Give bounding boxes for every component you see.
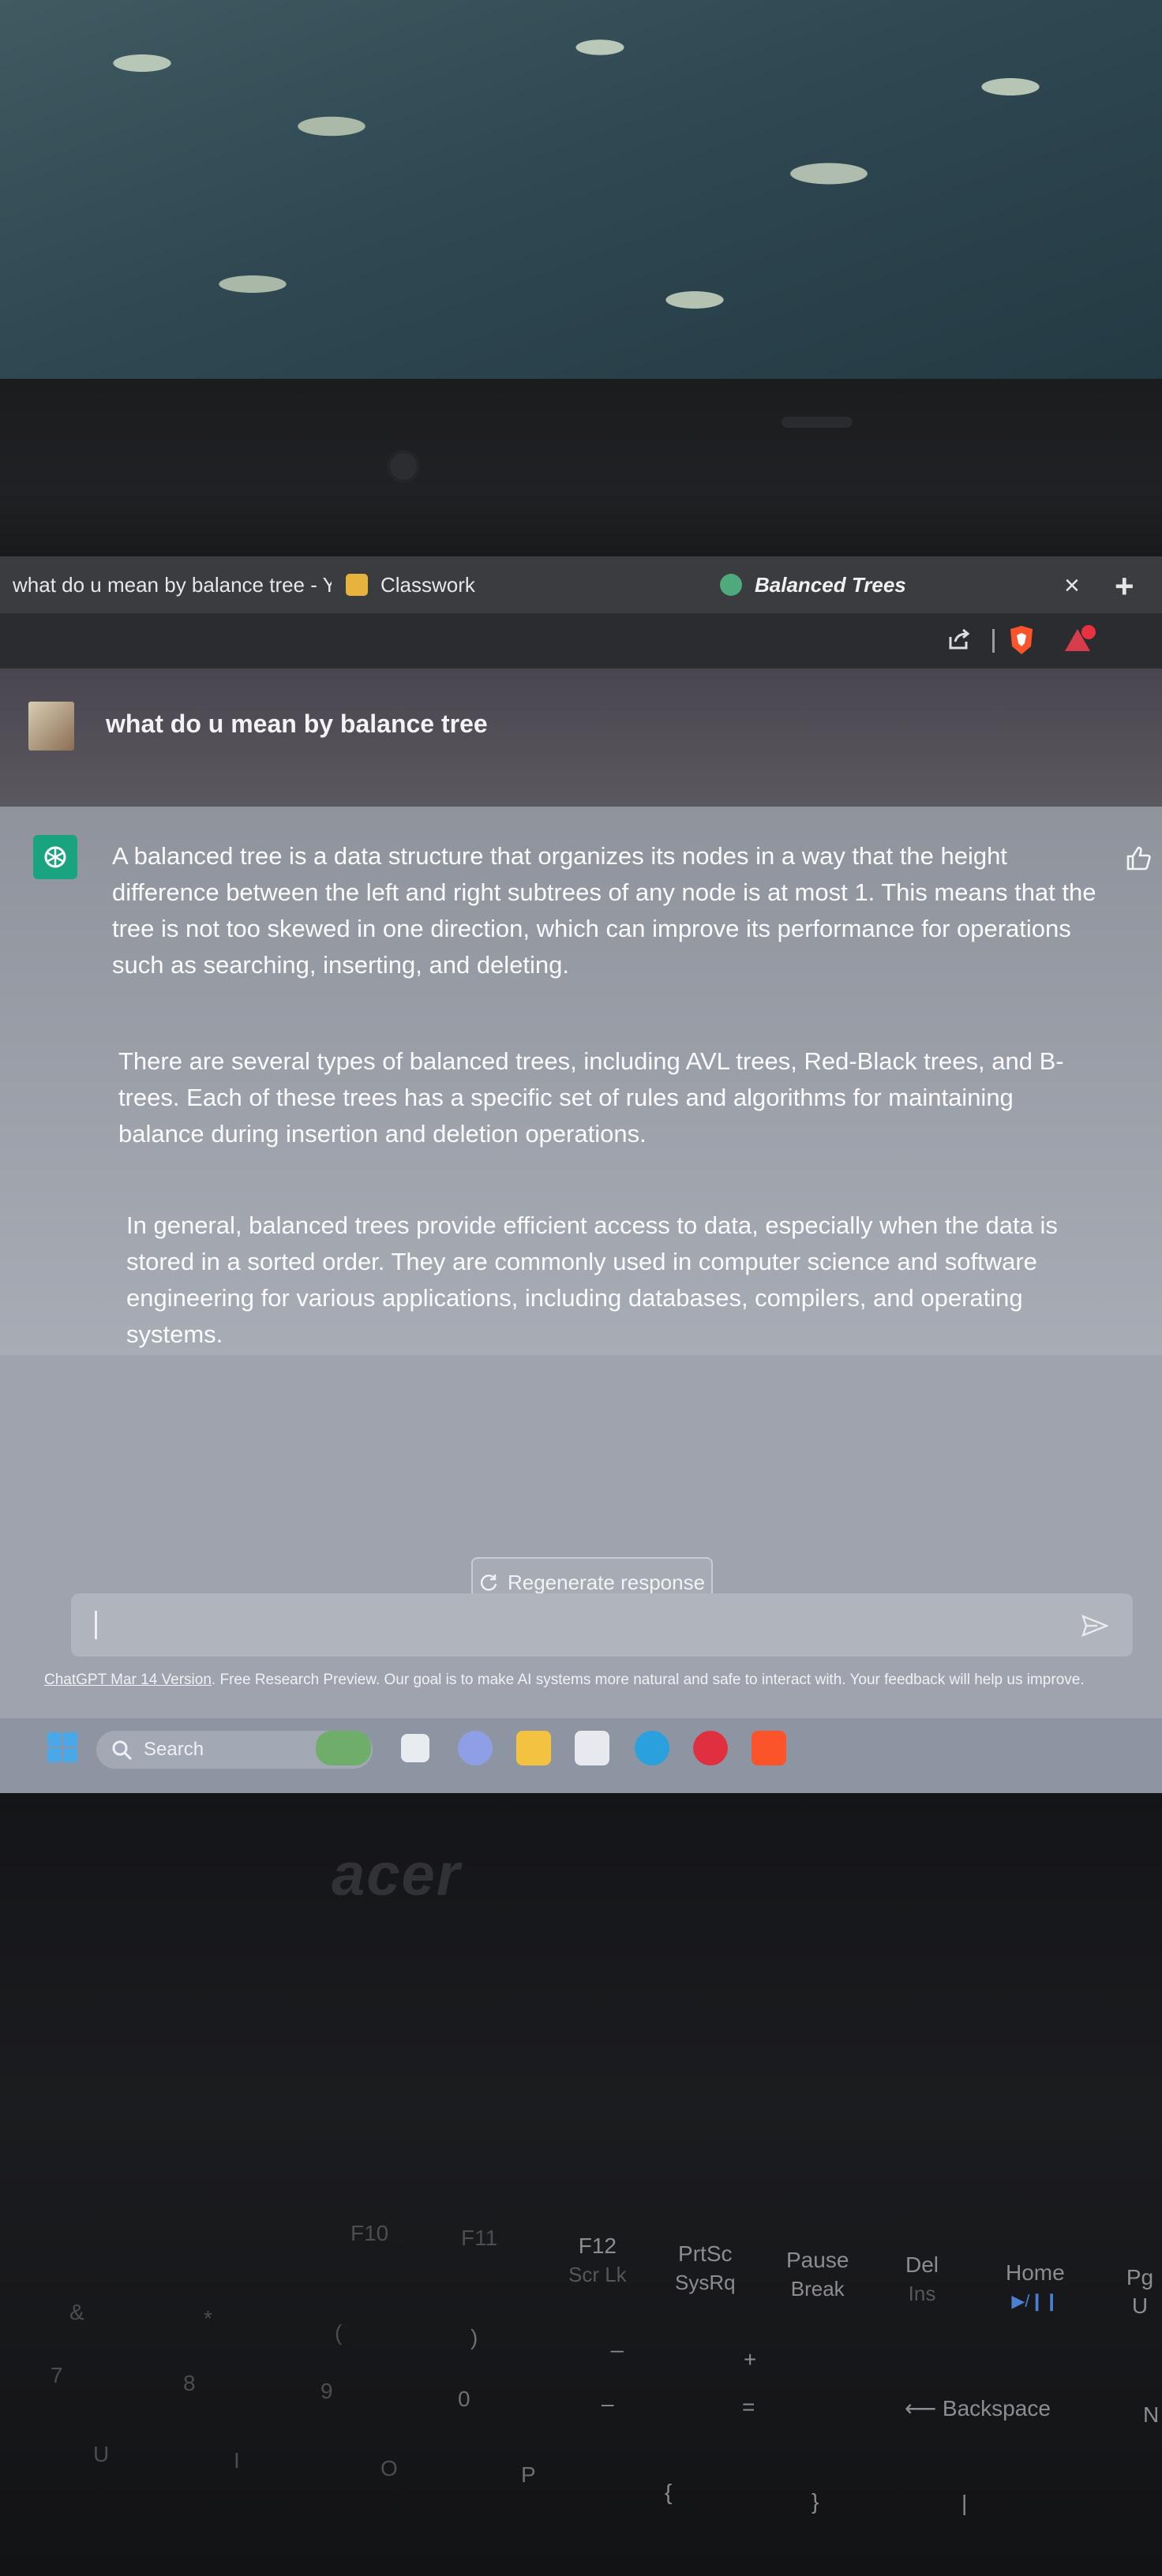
key-sublabel: Break bbox=[790, 2277, 845, 2301]
opera-icon[interactable] bbox=[693, 1731, 728, 1765]
key-pgup: Pg U bbox=[1126, 2265, 1154, 2318]
key-pause: Pause Break bbox=[786, 2246, 849, 2303]
windows-taskbar: Search ︿ bbox=[0, 1718, 1162, 1810]
key-del: Del Ins bbox=[905, 2251, 939, 2308]
key-minus: – bbox=[602, 2391, 614, 2416]
key-rparen: ) bbox=[470, 2325, 478, 2349]
key-plus: + bbox=[744, 2347, 757, 2372]
text-caret bbox=[95, 1611, 97, 1639]
message-input[interactable] bbox=[71, 1593, 1133, 1657]
send-icon[interactable] bbox=[1081, 1614, 1108, 1638]
key-f10: F10 bbox=[350, 2221, 389, 2245]
response-paragraph: A balanced tree is a data structure that… bbox=[112, 842, 1096, 979]
brave-browser-icon[interactable] bbox=[752, 1731, 786, 1765]
key-u: U bbox=[93, 2442, 110, 2466]
toolbar-separator bbox=[992, 629, 995, 653]
search-icon bbox=[112, 1740, 133, 1761]
light-sensor bbox=[782, 417, 853, 428]
key-sublabel: ▶/❙❙ bbox=[1011, 2291, 1059, 2311]
key-eight: 8 bbox=[183, 2371, 196, 2395]
tab-label: what do u mean by balance tree - Yo bbox=[13, 572, 332, 597]
browser-tab-bar: what do u mean by balance tree - Yo Clas… bbox=[0, 556, 1162, 613]
tab-label: Balanced Trees bbox=[755, 572, 906, 597]
key-sublabel: Ins bbox=[908, 2282, 936, 2305]
key-sublabel: Scr Lk bbox=[568, 2263, 627, 2286]
chatgpt-icon bbox=[720, 574, 742, 596]
key-home: Home ▶/❙❙ bbox=[1006, 2259, 1065, 2316]
user-message: what do u mean by balance tree bbox=[106, 710, 488, 738]
assistant-message-row: A balanced tree is a data structure that… bbox=[0, 807, 1162, 1355]
share-icon[interactable] bbox=[947, 627, 971, 651]
chat-icon[interactable] bbox=[458, 1731, 493, 1765]
avatar bbox=[28, 702, 74, 751]
widgets-icon[interactable] bbox=[316, 1731, 371, 1765]
key-i: I bbox=[234, 2448, 240, 2473]
brave-shield-icon[interactable] bbox=[1007, 624, 1036, 656]
tab-label: Classwork bbox=[380, 572, 475, 597]
thumbs-up-icon[interactable] bbox=[1125, 844, 1152, 871]
disclaimer-note: ChatGPT Mar 14 Version. Free Research Pr… bbox=[44, 1672, 1162, 1689]
key-n: N bbox=[1143, 2402, 1160, 2427]
search-label: Search bbox=[144, 1739, 204, 1760]
chatgpt-icon bbox=[33, 835, 77, 879]
key-prtsc: PrtSc SysRq bbox=[675, 2240, 736, 2297]
close-icon[interactable]: × bbox=[1064, 571, 1080, 601]
key-backspace: ⟵ Backspace bbox=[905, 2396, 1051, 2421]
refresh-icon bbox=[480, 1574, 497, 1591]
browser-toolbar bbox=[0, 613, 1162, 668]
key-rbrace: } bbox=[812, 2489, 819, 2514]
key-nine: 9 bbox=[320, 2379, 333, 2403]
key-o: O bbox=[380, 2456, 398, 2481]
tab-balanced-trees[interactable]: Balanced Trees bbox=[720, 567, 906, 602]
key-underscore: _ bbox=[611, 2328, 624, 2353]
tab-youtube[interactable]: what do u mean by balance tree - Yo bbox=[0, 567, 332, 602]
version-link[interactable]: ChatGPT Mar 14 Version bbox=[44, 1672, 212, 1688]
key-label: Home bbox=[1006, 2260, 1065, 2285]
new-tab-button[interactable]: + bbox=[1115, 567, 1134, 605]
key-lbrace: { bbox=[665, 2480, 673, 2504]
response-paragraph: There are several types of balanced tree… bbox=[118, 1047, 1064, 1148]
key-pipe: | bbox=[961, 2491, 968, 2515]
key-equals: = bbox=[742, 2394, 755, 2419]
disclaimer-text: . Free Research Preview. Our goal is to … bbox=[211, 1672, 1085, 1688]
key-p: P bbox=[521, 2462, 536, 2487]
wallpaper bbox=[0, 0, 1162, 387]
acer-logo: acer bbox=[332, 1841, 462, 1908]
webcam bbox=[390, 453, 417, 480]
tab-classwork[interactable]: Classwork bbox=[346, 567, 475, 602]
key-lparen: ( bbox=[335, 2320, 343, 2345]
key-label: F12 bbox=[578, 2233, 617, 2258]
laptop-bezel bbox=[0, 379, 1162, 568]
key-label: Del bbox=[905, 2252, 939, 2277]
task-view-icon[interactable] bbox=[401, 1734, 429, 1762]
key-sublabel: SysRq bbox=[675, 2271, 736, 2294]
keyboard-deck: acer F10 F11 F12 Scr Lk PrtSc SysRq Paus… bbox=[0, 1793, 1162, 2576]
key-label: PrtSc bbox=[678, 2241, 733, 2266]
key-label: Pause bbox=[786, 2248, 849, 2272]
brave-rewards-icon[interactable] bbox=[1062, 624, 1096, 656]
chat-area: what do u mean by balance tree A balance… bbox=[0, 668, 1162, 1718]
key-f11: F11 bbox=[461, 2226, 498, 2250]
user-message-row: what do u mean by balance tree bbox=[0, 668, 1162, 807]
key-f12: F12 Scr Lk bbox=[568, 2232, 627, 2289]
regenerate-label: Regenerate response bbox=[507, 1570, 706, 1594]
classroom-icon bbox=[346, 574, 368, 596]
edge-icon[interactable] bbox=[635, 1731, 669, 1765]
key-amp: & bbox=[69, 2300, 84, 2324]
key-zero: 0 bbox=[458, 2387, 470, 2411]
windows-start-icon[interactable] bbox=[46, 1731, 79, 1764]
key-seven: 7 bbox=[51, 2363, 63, 2387]
file-explorer-icon[interactable] bbox=[516, 1731, 551, 1765]
key-star: * bbox=[204, 2306, 212, 2331]
response-paragraph: In general, balanced trees provide effic… bbox=[126, 1211, 1058, 1348]
store-icon[interactable] bbox=[575, 1731, 609, 1765]
